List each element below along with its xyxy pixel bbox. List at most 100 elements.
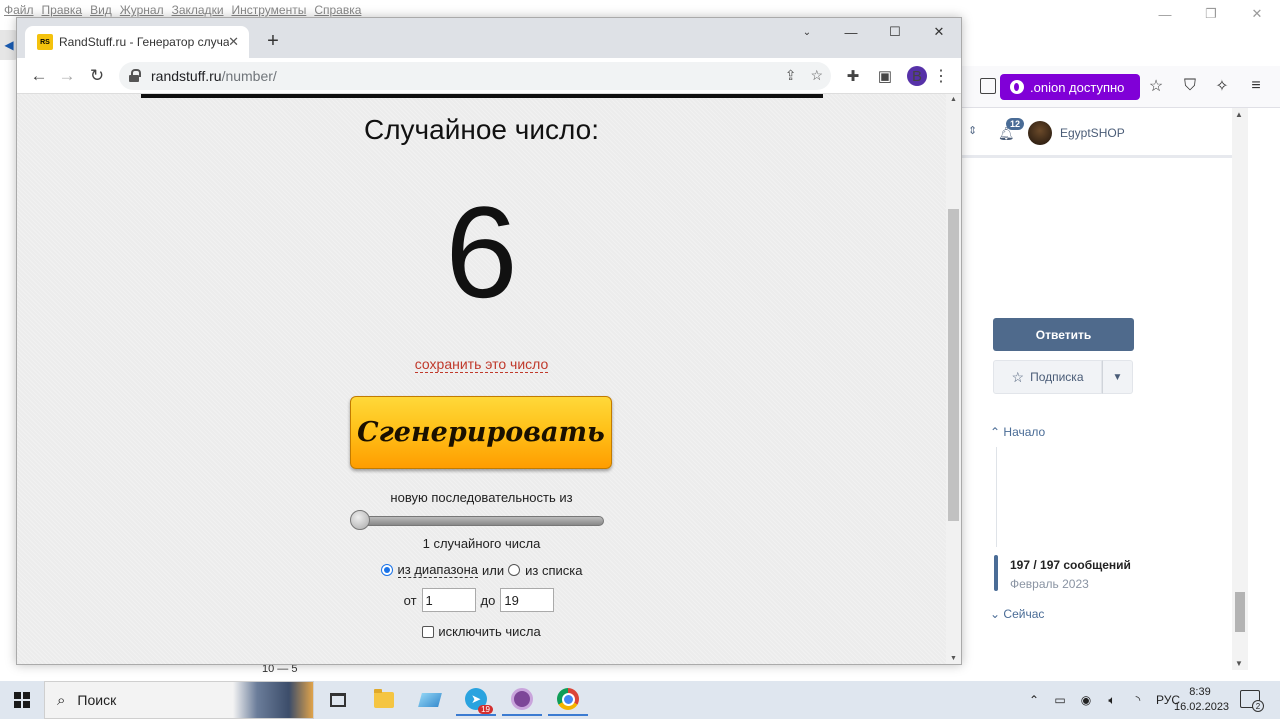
- message-month: Февраль 2023: [1010, 577, 1089, 591]
- firefox-window-controls: — ❐ ✕: [1142, 0, 1280, 28]
- username[interactable]: EgyptSHOP: [1060, 126, 1125, 140]
- nav-track: [996, 447, 997, 547]
- chrome-close-button[interactable]: ✕: [917, 18, 961, 46]
- back-arrow-icon[interactable]: ←: [29, 66, 49, 86]
- scroll-up-icon[interactable]: ▲: [950, 96, 957, 103]
- more-options-icon[interactable]: ⋮: [933, 66, 949, 86]
- chrome-window-controls: ⌄ — ☐ ✕: [785, 18, 961, 46]
- firefox-minimize-button[interactable]: —: [1142, 0, 1188, 28]
- telegram-button[interactable]: ➤ 19: [456, 684, 496, 716]
- exclude-label[interactable]: исключить числа: [438, 624, 540, 639]
- notification-center-icon[interactable]: 2: [1240, 690, 1264, 712]
- scrollbar-thumb[interactable]: [948, 209, 959, 521]
- nav-start-link[interactable]: ⌃ Начало: [990, 425, 1045, 439]
- scrollbar-thumb[interactable]: [1235, 592, 1245, 632]
- clock-time: 8:39: [1189, 686, 1211, 698]
- bookmark-star-icon[interactable]: ☆: [1146, 76, 1166, 96]
- chrome-taskbar-button[interactable]: [548, 684, 588, 716]
- message-count: 197 / 197 сообщений: [1010, 558, 1131, 572]
- search-highlight-image: [233, 682, 313, 718]
- profile-avatar[interactable]: B: [907, 66, 927, 86]
- forward-arrow-icon[interactable]: →: [57, 66, 77, 86]
- firefox-toolbar: .onion доступно ☆ ⛉ ✧ ≡: [962, 66, 1280, 108]
- security-icon[interactable]: ◉: [1078, 693, 1094, 707]
- app-button[interactable]: [410, 684, 450, 716]
- random-number: 6: [445, 179, 518, 325]
- taskbar-search[interactable]: ⌕ Поиск: [44, 681, 314, 719]
- chevron-up-icon[interactable]: ⌃: [1026, 693, 1042, 707]
- count-slider[interactable]: [352, 516, 604, 526]
- reload-icon[interactable]: ↻: [87, 66, 107, 86]
- menu-file[interactable]: Файл: [4, 3, 34, 17]
- start-button[interactable]: [0, 681, 44, 719]
- firefox-scrollbar[interactable]: ▲ ▼: [1232, 108, 1248, 670]
- tor-icon: [511, 688, 533, 710]
- tor-browser-button[interactable]: [502, 684, 542, 716]
- or-label: или: [482, 562, 505, 578]
- save-number-link[interactable]: сохранить это число: [414, 356, 549, 373]
- page-title: Случайное число:: [364, 114, 599, 145]
- menu-edit[interactable]: Правка: [42, 3, 83, 17]
- battery-icon[interactable]: ▭: [1052, 693, 1068, 707]
- count-label: 1 случайного числа: [422, 536, 541, 551]
- tab-search-icon[interactable]: ⌄: [785, 18, 829, 46]
- chrome-maximize-button[interactable]: ☐: [873, 18, 917, 46]
- page-viewport: Случайное число: 6 сохранить это число С…: [17, 94, 946, 664]
- menu-view[interactable]: Вид: [90, 3, 112, 17]
- scroll-down-icon[interactable]: ▼: [1235, 659, 1243, 668]
- hamburger-menu-icon[interactable]: ≡: [1246, 76, 1266, 96]
- menu-help[interactable]: Справка: [314, 3, 361, 17]
- onion-available-button[interactable]: .onion доступно: [1000, 74, 1140, 100]
- menu-bookmarks[interactable]: Закладки: [172, 3, 224, 17]
- subscribe-dropdown-button[interactable]: ▼: [1102, 360, 1133, 394]
- chrome-scrollbar[interactable]: ▲ ▼: [946, 94, 961, 664]
- address-bar[interactable]: randstuff.ru /number/ ⇪ ☆: [119, 62, 831, 90]
- volume-icon[interactable]: 🔈︎: [1104, 693, 1120, 708]
- new-tab-button[interactable]: +: [261, 29, 285, 53]
- extensions-puzzle-icon[interactable]: ✚: [843, 67, 863, 85]
- sequence-label: новую последовательность из: [390, 490, 573, 505]
- side-panel-icon[interactable]: ▣: [875, 67, 895, 85]
- bookmark-star-icon[interactable]: ☆: [810, 67, 823, 84]
- tab-title: RandStuff.ru - Генератор случай: [59, 35, 229, 49]
- firefox-restore-button[interactable]: ❐: [1188, 0, 1234, 28]
- tab-close-icon[interactable]: ✕: [228, 34, 239, 50]
- file-explorer-button[interactable]: [364, 684, 404, 716]
- to-input[interactable]: [500, 588, 555, 612]
- share-icon[interactable]: ⇪: [785, 67, 797, 84]
- range-radio[interactable]: [380, 564, 393, 576]
- sort-arrows-icon[interactable]: ⇕: [968, 124, 977, 137]
- menu-history[interactable]: Журнал: [120, 3, 164, 17]
- subscribe-button[interactable]: ☆ Подписка: [993, 360, 1102, 394]
- nav-now-link[interactable]: ⌄ Сейчас: [990, 607, 1044, 621]
- scroll-down-icon[interactable]: ▼: [950, 655, 957, 662]
- reply-button[interactable]: Ответить: [993, 318, 1134, 351]
- tab-randstuff[interactable]: RS RandStuff.ru - Генератор случай ✕: [25, 26, 249, 58]
- task-view-button[interactable]: [318, 684, 358, 716]
- lock-icon[interactable]: [129, 69, 141, 83]
- magic-wand-icon[interactable]: ✧: [1212, 76, 1232, 96]
- range-option-label[interactable]: из диапазона: [397, 562, 479, 578]
- list-option-label[interactable]: из списка: [525, 563, 582, 578]
- chrome-minimize-button[interactable]: —: [829, 18, 873, 46]
- url-host: randstuff.ru: [151, 68, 222, 84]
- shield-icon[interactable]: ⛉: [1180, 76, 1200, 96]
- taskbar: ⌕ Поиск ➤ 19 ⌃ ▭ ◉ 🔈︎ ◝ РУС 8:39 16.02.20…: [0, 681, 1280, 719]
- task-view-icon: [330, 693, 346, 707]
- system-tray: ⌃ ▭ ◉ 🔈︎ ◝ РУС: [1026, 681, 1180, 719]
- exclude-checkbox[interactable]: [422, 625, 435, 638]
- reader-view-icon[interactable]: [980, 78, 996, 94]
- to-label: до: [480, 592, 496, 608]
- list-radio[interactable]: [508, 564, 521, 576]
- clock[interactable]: 8:39 16.02.2023: [1174, 685, 1229, 715]
- from-input[interactable]: [421, 588, 476, 612]
- firefox-close-button[interactable]: ✕: [1234, 0, 1280, 28]
- wifi-icon[interactable]: ◝: [1130, 693, 1146, 707]
- generate-button[interactable]: Сгенерировать: [350, 396, 612, 469]
- count-slider-handle[interactable]: [350, 510, 370, 530]
- nav-position-marker[interactable]: [994, 555, 998, 591]
- telegram-badge: 19: [478, 705, 493, 714]
- scroll-up-icon[interactable]: ▲: [1235, 110, 1243, 119]
- menu-tools[interactable]: Инструменты: [232, 3, 307, 17]
- avatar[interactable]: [1028, 121, 1052, 145]
